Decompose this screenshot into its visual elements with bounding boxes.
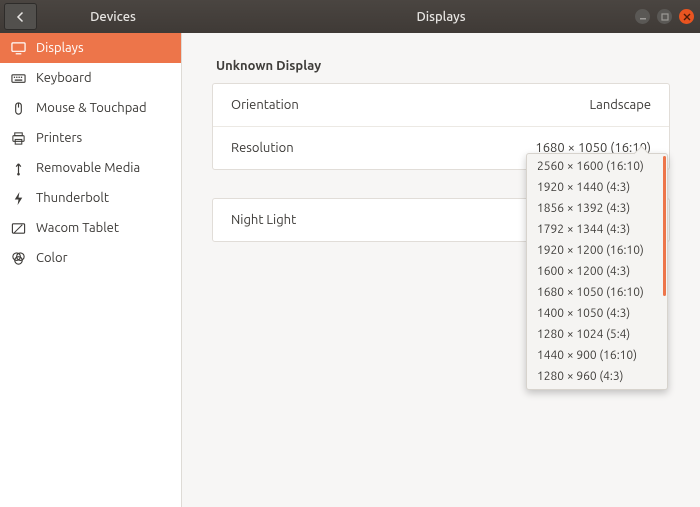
resolution-option[interactable]: 2560 × 1600 (16:10) [527, 156, 667, 177]
usb-icon [10, 160, 26, 176]
titlebar: Devices Displays [0, 0, 700, 33]
sidebar: Displays Keyboard Mouse & Touchpad Print… [0, 33, 182, 507]
sidebar-item-label: Thunderbolt [36, 191, 109, 205]
orientation-value: Landscape [590, 98, 651, 112]
color-icon [10, 250, 26, 266]
dropdown-scrollbar[interactable] [663, 156, 666, 296]
keyboard-icon [10, 70, 26, 86]
resolution-option[interactable]: 1920 × 1440 (4:3) [527, 177, 667, 198]
titlebar-left-title: Devices [44, 10, 182, 24]
resolution-option[interactable]: 1440 × 900 (16:10) [527, 345, 667, 366]
orientation-row[interactable]: Orientation Landscape [213, 84, 669, 127]
back-button[interactable] [4, 3, 37, 30]
resolution-option[interactable]: 1856 × 1392 (4:3) [527, 198, 667, 219]
maximize-icon [661, 13, 669, 21]
sidebar-item-label: Wacom Tablet [36, 221, 119, 235]
orientation-label: Orientation [231, 98, 299, 112]
resolution-option[interactable]: 1400 × 1050 (4:3) [527, 303, 667, 324]
mouse-icon [10, 100, 26, 116]
main-area: Displays Keyboard Mouse & Touchpad Print… [0, 33, 700, 507]
sidebar-item-displays[interactable]: Displays [0, 33, 181, 63]
resolution-option[interactable]: 1680 × 1050 (16:10) [527, 282, 667, 303]
close-icon [683, 13, 691, 21]
sidebar-item-mouse[interactable]: Mouse & Touchpad [0, 93, 181, 123]
resolution-option[interactable]: 1280 × 1024 (5:4) [527, 324, 667, 345]
titlebar-center-title: Displays [182, 10, 700, 24]
minimize-button[interactable] [635, 9, 650, 24]
tablet-icon [10, 220, 26, 236]
night-light-label: Night Light [231, 213, 296, 227]
resolution-option[interactable]: 1920 × 1200 (16:10) [527, 240, 667, 261]
sidebar-item-thunderbolt[interactable]: Thunderbolt [0, 183, 181, 213]
sidebar-item-removable[interactable]: Removable Media [0, 153, 181, 183]
window-controls [635, 0, 694, 33]
displays-icon [10, 40, 26, 56]
sidebar-item-wacom[interactable]: Wacom Tablet [0, 213, 181, 243]
sidebar-item-label: Displays [36, 41, 84, 55]
sidebar-item-color[interactable]: Color [0, 243, 181, 273]
sidebar-item-label: Printers [36, 131, 82, 145]
sidebar-item-keyboard[interactable]: Keyboard [0, 63, 181, 93]
maximize-button[interactable] [657, 9, 672, 24]
resolution-option[interactable]: 1280 × 960 (4:3) [527, 366, 667, 387]
sidebar-item-label: Mouse & Touchpad [36, 101, 147, 115]
chevron-left-icon [15, 11, 27, 23]
resolution-dropdown: 2560 × 1600 (16:10) 1920 × 1440 (4:3) 18… [526, 153, 668, 390]
thunderbolt-icon [10, 190, 26, 206]
resolution-option[interactable]: 1792 × 1344 (4:3) [527, 219, 667, 240]
resolution-option[interactable]: 1600 × 1200 (4:3) [527, 261, 667, 282]
minimize-icon [639, 13, 647, 21]
sidebar-item-printers[interactable]: Printers [0, 123, 181, 153]
sidebar-item-label: Keyboard [36, 71, 92, 85]
sidebar-item-label: Removable Media [36, 161, 140, 175]
printer-icon [10, 130, 26, 146]
sidebar-item-label: Color [36, 251, 68, 265]
close-button[interactable] [679, 9, 694, 24]
content-area: Unknown Display Orientation Landscape Re… [182, 33, 700, 507]
display-section-title: Unknown Display [216, 59, 670, 73]
resolution-label: Resolution [231, 141, 294, 155]
